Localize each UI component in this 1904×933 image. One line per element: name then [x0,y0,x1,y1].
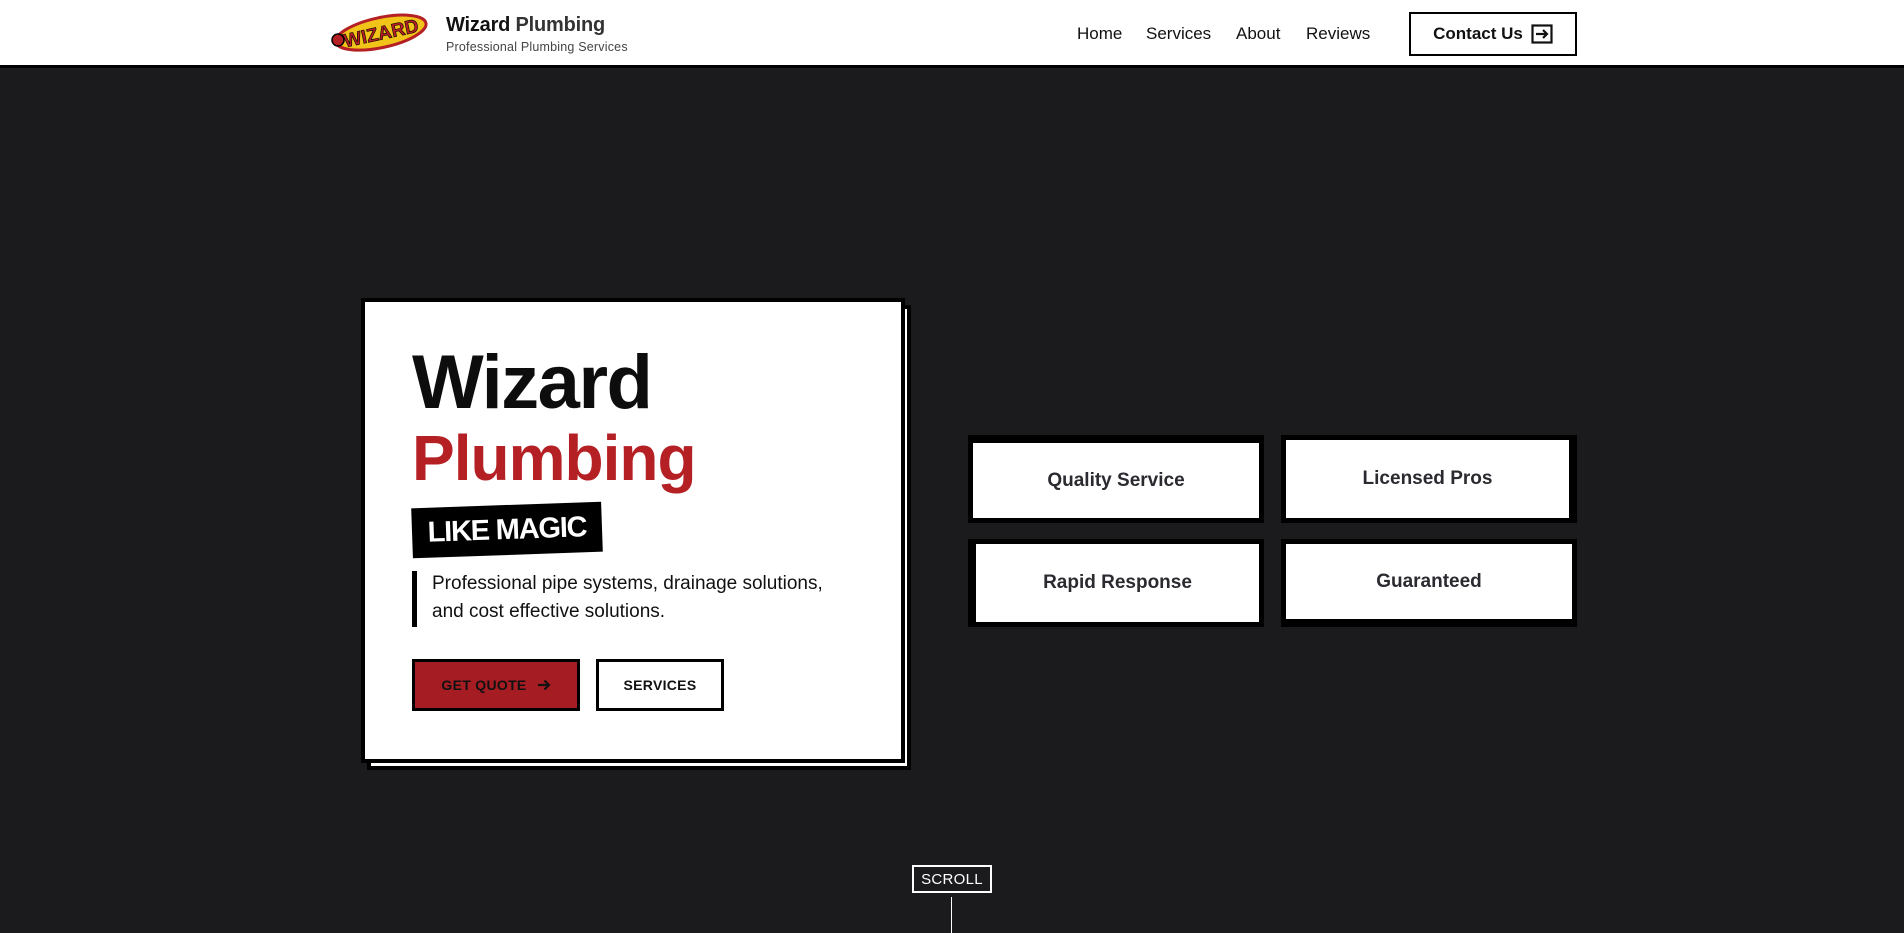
services-button[interactable]: SERVICES [596,659,724,711]
nav-reviews[interactable]: Reviews [1306,24,1370,44]
feature-rapid-response: Rapid Response [968,539,1264,627]
contact-us-label: Contact Us [1433,24,1523,43]
brand-name[interactable]: Wizard Plumbing [446,14,605,37]
nav-about[interactable]: About [1236,24,1280,44]
scroll-line [951,897,952,933]
arrow-right-icon [537,679,551,691]
feature-guaranteed: Guaranteed [1281,539,1577,627]
feature-quality-service: Quality Service [968,435,1264,523]
arrow-right-box-icon [1531,24,1553,44]
site-header: WIZARD Wizard Plumbing Professional Plum… [0,0,1904,68]
get-quote-label: GET QUOTE [441,677,527,693]
tagline-badge: LIKE MAGIC [411,501,603,559]
description-accent-bar [412,571,417,627]
contact-us-button[interactable]: Contact Us [1409,12,1577,56]
wizard-logo[interactable]: WIZARD [328,10,430,56]
hero-title-line1: Wizard [412,340,653,425]
get-quote-button[interactable]: GET QUOTE [412,659,580,711]
brand-name-bold: Wizard [446,14,511,36]
services-label: SERVICES [623,677,697,693]
tagline-text: LIKE MAGIC [427,510,587,549]
brand-name-rest: Plumbing [515,14,606,36]
feature-licensed-pros: Licensed Pros [1281,435,1577,523]
nav-home[interactable]: Home [1077,24,1122,44]
hero-title-line2: Plumbing [412,422,697,494]
scroll-indicator[interactable]: SCROLL [912,865,992,893]
brand-tagline: Professional Plumbing Services [446,40,628,54]
nav-services[interactable]: Services [1146,24,1211,44]
hero-description: Professional pipe systems, drainage solu… [432,573,823,622]
